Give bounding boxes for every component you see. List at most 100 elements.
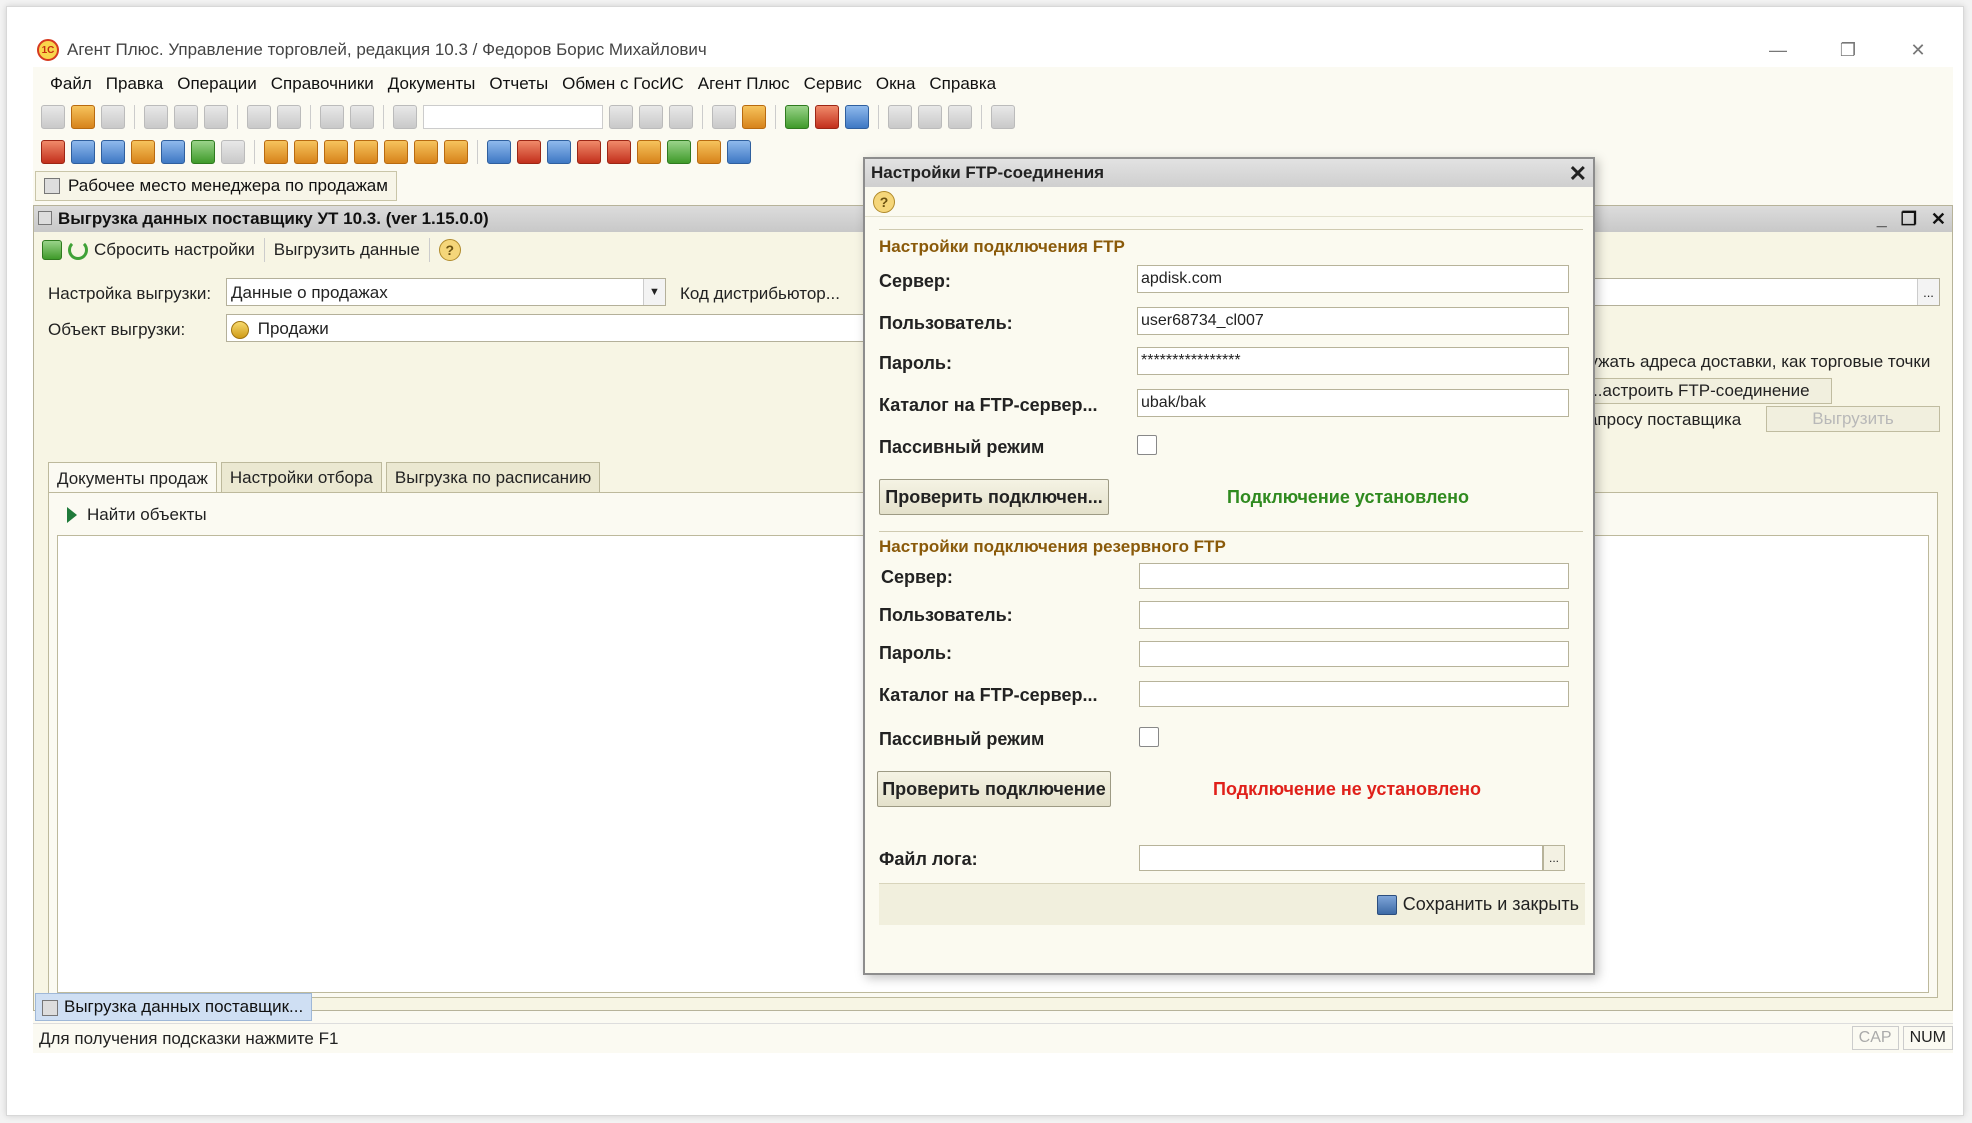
preview-icon[interactable] [277,105,301,129]
tools-icon[interactable] [991,105,1015,129]
backup-check-connection-button[interactable]: Проверить подключение [877,771,1111,807]
warehouse-icon[interactable] [191,140,215,164]
memory-m-icon[interactable] [888,105,912,129]
menu-help[interactable]: Справка [922,74,1003,94]
menu-catalogs[interactable]: Справочники [264,74,381,94]
windows-icon[interactable] [712,105,736,129]
menu-service[interactable]: Сервис [797,74,869,94]
clear-search-icon[interactable] [609,105,633,129]
save-icon[interactable] [101,105,125,129]
log-file-input[interactable] [1139,845,1543,871]
find-objects-toggle[interactable]: Найти объекты [67,505,207,525]
find-prev-icon[interactable] [639,105,663,129]
doc-blue-icon[interactable] [487,140,511,164]
hand-icon[interactable] [414,140,438,164]
primary-check-connection-button[interactable]: Проверить подключен... [879,479,1109,515]
doc-blue3-icon[interactable] [727,140,751,164]
settings-select[interactable]: Данные о продажах ▼ [226,278,666,306]
help-icon[interactable]: ? [438,239,461,261]
backup-password-input[interactable] [1139,641,1569,667]
child-minimize-icon[interactable]: _ [1877,209,1887,230]
doc-coins-icon[interactable] [637,140,661,164]
export-window-icon [38,211,52,225]
tab-sales-documents[interactable]: Документы продаж [48,462,217,494]
backup-server-input[interactable] [1139,563,1569,589]
doc-red2-icon[interactable] [577,140,601,164]
copy-icon[interactable] [174,105,198,129]
money-icon[interactable] [384,140,408,164]
tab-schedule[interactable]: Выгрузка по расписанию [385,462,601,492]
export-data-button[interactable]: Выгрузить данные [274,240,420,260]
distributor-input[interactable]: ... [1574,278,1940,306]
info-icon[interactable] [742,105,766,129]
coins-icon[interactable] [354,140,378,164]
primary-passive-checkbox[interactable] [1137,435,1157,455]
memory-plus-icon[interactable] [918,105,942,129]
cut-icon[interactable] [144,105,168,129]
printer-orange-icon[interactable] [131,140,155,164]
doc-blue2-icon[interactable] [547,140,571,164]
redo-icon[interactable] [350,105,374,129]
child-close-icon[interactable]: ✕ [1931,209,1946,230]
primary-password-input[interactable]: **************** [1137,347,1569,375]
menu-reports[interactable]: Отчеты [482,74,555,94]
tab-filter-settings[interactable]: Настройки отбора [220,462,382,492]
primary-catalog-input[interactable]: ubak/bak [1137,389,1569,417]
save-and-close-button[interactable]: Сохранить и закрыть [1376,894,1579,915]
restore-icon[interactable]: ❐ [1813,33,1883,67]
client2-icon[interactable] [294,140,318,164]
object-select[interactable]: Продажи [226,314,866,342]
calculator-icon[interactable] [785,105,809,129]
print-icon[interactable] [247,105,271,129]
paste-icon[interactable] [204,105,228,129]
chevron-down-icon[interactable]: ▼ [643,279,665,305]
backup-catalog-input[interactable] [1139,681,1569,707]
search-icon[interactable] [393,105,417,129]
doc-orange-icon[interactable] [697,140,721,164]
people-icon[interactable] [161,140,185,164]
child-restore-icon[interactable]: ❐ [1901,209,1917,230]
find-next-icon[interactable] [669,105,693,129]
doc-red-icon[interactable] [517,140,541,164]
menu-gosis[interactable]: Обмен с ГосИС [555,74,691,94]
backup-user-input[interactable] [1139,601,1569,629]
calendar-icon[interactable] [815,105,839,129]
menu-file[interactable]: Файл [43,74,99,94]
primary-server-input[interactable]: apdisk.com [1137,265,1569,293]
export-button[interactable]: Выгрузить [1766,406,1940,432]
close-icon[interactable]: ✕ [1569,161,1587,187]
undo-icon[interactable] [320,105,344,129]
edit-doc-icon[interactable] [221,140,245,164]
log-file-browse-button[interactable]: ... [1543,845,1565,871]
workplace-tab[interactable]: Рабочее место менеджера по продажам [35,171,397,201]
menu-operations[interactable]: Операции [170,74,264,94]
export-action-icon[interactable] [42,240,62,260]
help-icon[interactable]: ? [873,190,895,213]
menu-documents[interactable]: Документы [381,74,483,94]
menu-windows[interactable]: Окна [869,74,923,94]
distributor-ellipsis-button[interactable]: ... [1917,279,1939,305]
printer-blue-icon[interactable] [71,140,95,164]
menu-agent-plus[interactable]: Агент Плюс [691,74,797,94]
backup-passive-checkbox[interactable] [1139,727,1159,747]
setup-ftp-button[interactable]: ...астроить FTP-соединение [1566,378,1832,404]
books-icon[interactable] [41,140,65,164]
printer-blue2-icon[interactable] [101,140,125,164]
open-folder-icon[interactable] [71,105,95,129]
memory-minus-icon[interactable] [948,105,972,129]
users-icon[interactable] [845,105,869,129]
window-taskbar-item[interactable]: Выгрузка данных поставщик... [35,993,313,1021]
client3-icon[interactable] [324,140,348,164]
new-document-icon[interactable] [41,105,65,129]
client-icon[interactable] [264,140,288,164]
toolbar-search-input[interactable] [423,105,603,129]
close-icon[interactable]: ✕ [1883,33,1953,67]
coins2-icon[interactable] [444,140,468,164]
minimize-icon[interactable]: — [1743,33,1813,67]
menu-edit[interactable]: Правка [99,74,170,94]
reset-settings-button[interactable]: Сбросить настройки [94,240,255,260]
addresses-checkbox-label[interactable]: ...ружать адреса доставки, как торговые … [1566,352,1930,372]
primary-user-input[interactable]: user68734_cl007 [1137,307,1569,335]
doc-red3-icon[interactable] [607,140,631,164]
doc-green-icon[interactable] [667,140,691,164]
